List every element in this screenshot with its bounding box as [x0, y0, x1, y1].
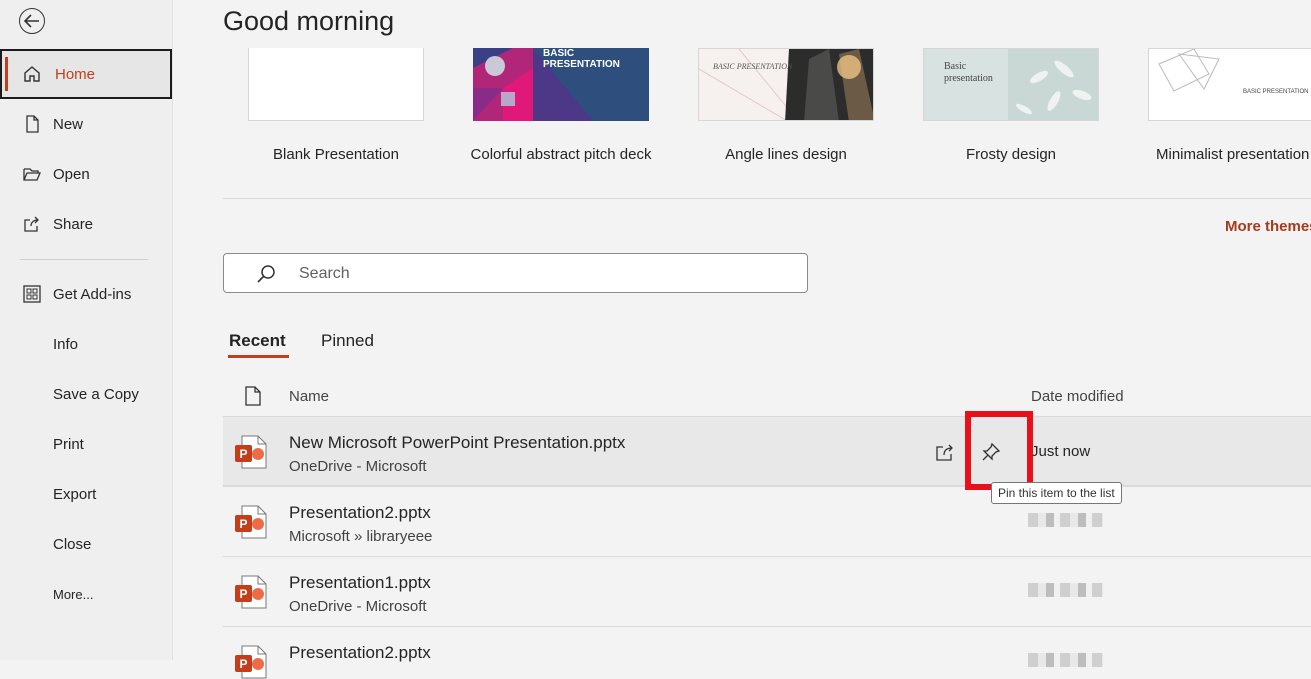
search-input[interactable]: Search	[223, 253, 808, 293]
pin-tooltip: Pin this item to the list	[991, 482, 1122, 504]
table-row[interactable]: P Presentation1.pptx OneDrive - Microsof…	[223, 556, 1311, 626]
template-label[interactable]: Colorful abstract pitch deck	[450, 146, 672, 163]
svg-text:P: P	[239, 517, 247, 531]
sidebar-item-close[interactable]: Close	[0, 519, 172, 569]
template-label[interactable]: Angle lines design	[698, 146, 874, 163]
sidebar-item-share[interactable]: Share	[0, 199, 172, 249]
grid-icon	[23, 285, 41, 303]
minimalist-thumb-art	[1158, 49, 1220, 92]
file-type-header-icon[interactable]	[244, 386, 262, 406]
search-placeholder: Search	[299, 265, 350, 282]
share-icon[interactable]	[934, 441, 956, 463]
sidebar-item-label: New	[53, 115, 84, 133]
template-label[interactable]: Frosty design	[923, 146, 1099, 163]
redacted-date	[1028, 513, 1103, 527]
sidebar-item-more[interactable]: More...	[0, 569, 172, 619]
svg-text:P: P	[239, 657, 247, 671]
file-location: OneDrive - Microsoft	[289, 598, 427, 615]
tab-recent[interactable]: Recent	[228, 331, 289, 358]
sidebar-item-label: Home	[55, 65, 96, 83]
file-location: Microsoft » libraryeee	[289, 528, 433, 545]
redacted-date	[1028, 653, 1103, 667]
share-icon	[24, 216, 39, 232]
template-thumb-text: BASIC PRESENTATION	[543, 48, 620, 70]
more-themes-link[interactable]: More themes	[1225, 218, 1311, 235]
file-name: Presentation1.pptx	[289, 573, 431, 592]
back-arrow-icon[interactable]	[19, 8, 45, 34]
template-label[interactable]: Minimalist presentation	[1156, 146, 1309, 163]
sidebar-item-open[interactable]: Open	[0, 149, 172, 199]
frosty-thumb-art	[1008, 49, 1098, 120]
redacted-date	[1028, 583, 1103, 597]
sidebar-item-label: Open	[53, 165, 90, 183]
template-thumb-frosty[interactable]: Basic presentation	[923, 48, 1099, 121]
search-icon	[257, 265, 275, 283]
sidebar-item-label: More...	[53, 586, 94, 602]
svg-text:P: P	[239, 587, 247, 601]
powerpoint-file-icon: P	[235, 575, 267, 609]
angle-lines-thumb-art	[699, 49, 873, 120]
template-thumb-minimalist[interactable]: BASIC PRESENTATION	[1148, 48, 1311, 121]
sidebar-item-get-add-ins[interactable]: Get Add-ins	[0, 269, 172, 319]
template-thumb-colorful-abstract[interactable]: BASIC PRESENTATION	[473, 48, 649, 121]
template-thumb-text: BASIC PRESENTATION	[1243, 89, 1309, 95]
template-thumb-angle-lines[interactable]: BASIC PRESENTATION	[698, 48, 874, 121]
template-label[interactable]: Blank Presentation	[248, 146, 424, 163]
column-header-name[interactable]: Name	[289, 388, 329, 405]
table-row[interactable]: P New Microsoft PowerPoint Presentation.…	[223, 416, 1311, 486]
sidebar-item-new[interactable]: New	[0, 99, 172, 149]
sidebar-item-home[interactable]: Home	[0, 49, 172, 99]
file-name: Presentation2.pptx	[289, 503, 431, 522]
table-row[interactable]: P Presentation2.pptx Microsoft » library…	[223, 486, 1311, 556]
sidebar-item-save-a-copy[interactable]: Save a Copy	[0, 369, 172, 419]
sidebar-item-label: Print	[53, 435, 84, 453]
tab-pinned[interactable]: Pinned	[321, 331, 374, 351]
powerpoint-file-icon: P	[235, 505, 267, 539]
section-divider	[223, 198, 1311, 199]
sidebar-item-label: Share	[53, 215, 94, 233]
svg-text:P: P	[239, 447, 247, 461]
new-file-icon	[26, 115, 39, 133]
sidebar-item-label: Export	[53, 485, 97, 503]
page-title: Good morning	[223, 6, 395, 36]
template-thumb-text: BASIC PRESENTATION	[713, 62, 793, 71]
backstage-sidebar: Home New Open Share Get Add-ins Info Sav…	[0, 0, 173, 660]
file-name: Presentation2.pptx	[289, 643, 431, 662]
sidebar-item-label: Save a Copy	[53, 385, 139, 403]
sidebar-item-label: Close	[53, 535, 92, 553]
folder-open-icon	[23, 168, 41, 181]
file-date: Just now	[1031, 443, 1091, 460]
file-name: New Microsoft PowerPoint Presentation.pp…	[289, 433, 626, 452]
sidebar-divider	[20, 259, 148, 260]
sidebar-item-label: Info	[53, 335, 79, 353]
sidebar-item-info[interactable]: Info	[0, 319, 172, 369]
sidebar-item-print[interactable]: Print	[0, 419, 172, 469]
powerpoint-file-icon: P	[235, 645, 267, 679]
pin-highlight-box	[965, 411, 1033, 490]
powerpoint-file-icon: P	[235, 435, 267, 469]
column-header-date-modified[interactable]: Date modified	[1031, 388, 1124, 405]
template-thumb-text: Basic presentation	[944, 61, 993, 84]
sidebar-item-label: Get Add-ins	[53, 285, 132, 303]
home-icon	[24, 66, 40, 82]
file-location: OneDrive - Microsoft	[289, 458, 427, 475]
template-thumb-blank[interactable]	[248, 48, 424, 121]
table-row[interactable]: P Presentation2.pptx	[223, 626, 1311, 679]
sidebar-item-export[interactable]: Export	[0, 469, 172, 519]
